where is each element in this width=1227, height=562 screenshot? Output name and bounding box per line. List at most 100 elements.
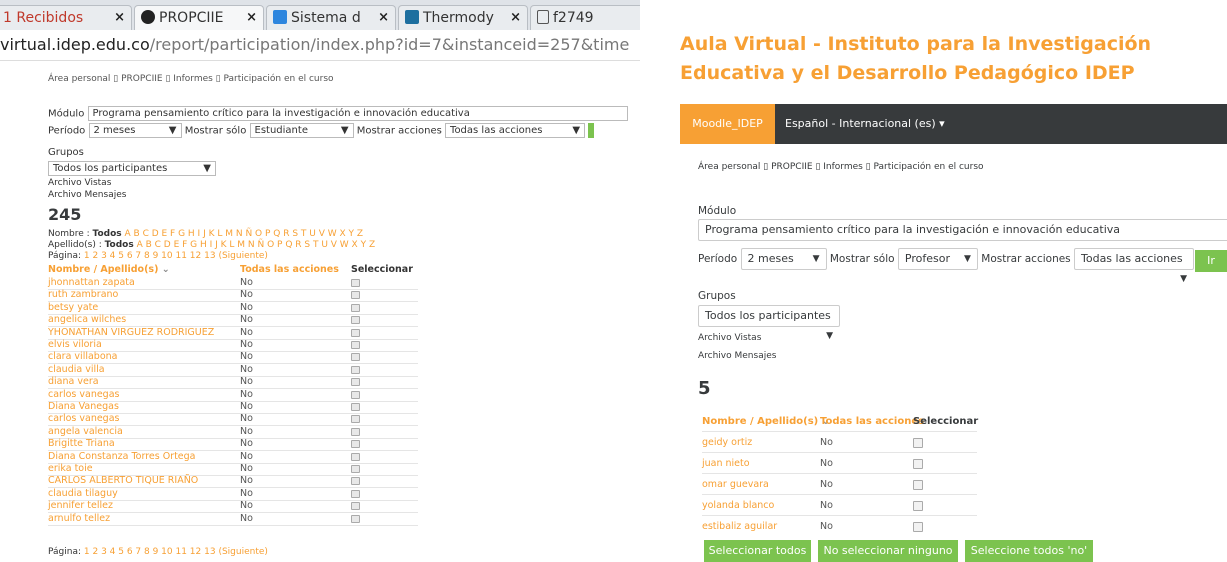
- todos-link[interactable]: Todos: [93, 229, 122, 239]
- participant-name[interactable]: erika toie: [48, 463, 93, 475]
- select-checkbox[interactable]: [351, 279, 360, 287]
- mostrar-acciones-select[interactable]: Todas las acciones ▼: [1074, 248, 1194, 284]
- participant-name[interactable]: omar guevara: [702, 474, 769, 495]
- participant-name[interactable]: YHONATHAN VIRGUEZ RODRIGUEZ: [48, 327, 214, 339]
- participant-name[interactable]: claudia villa: [48, 364, 105, 376]
- participant-name[interactable]: geidy ortiz: [702, 432, 752, 453]
- select-checkbox[interactable]: [351, 316, 360, 325]
- select-checkbox[interactable]: [351, 341, 360, 349]
- select-checkbox[interactable]: [913, 459, 923, 469]
- select-checkbox[interactable]: [351, 440, 360, 449]
- select-checkbox[interactable]: [351, 390, 360, 399]
- archivo-mensajes[interactable]: Archivo Mensajes: [48, 190, 126, 200]
- todos-link[interactable]: Todos: [105, 240, 134, 250]
- select-checkbox[interactable]: [351, 489, 360, 498]
- tab-propciie[interactable]: PROPCIIE ×: [134, 5, 264, 30]
- mostrar-acciones-label: Mostrar acciones: [356, 125, 442, 137]
- archivo-vistas[interactable]: Archivo Vistas: [698, 333, 761, 343]
- grupos-select[interactable]: Todos los participantes ▼: [48, 161, 216, 176]
- select-checkbox[interactable]: [351, 465, 360, 473]
- select-checkbox[interactable]: [351, 477, 360, 486]
- select-checkbox[interactable]: [351, 514, 360, 523]
- letter-filter[interactable]: A B C D E F G H I J K L M N Ñ O P Q R S …: [125, 229, 364, 239]
- sort-icon[interactable]: ⌄: [162, 264, 170, 275]
- participant-name[interactable]: diana vera: [48, 376, 99, 388]
- close-icon[interactable]: ×: [378, 6, 389, 30]
- participant-name[interactable]: CARLOS ALBERTO TIQUE RIAÑO: [48, 475, 198, 487]
- participant-name[interactable]: Brigitte Triana: [48, 438, 115, 450]
- letter-filter[interactable]: A B C D E F G H I J K L M N Ñ O P Q R S …: [137, 240, 376, 250]
- action-value: No: [820, 521, 833, 532]
- col-nombre[interactable]: Nombre / Apellido(s): [702, 416, 818, 427]
- participant-name[interactable]: yolanda blanco: [702, 495, 774, 516]
- close-icon[interactable]: ×: [246, 6, 257, 30]
- participant-name[interactable]: betsy yate: [48, 302, 98, 314]
- tab-sistema[interactable]: Sistema d ×: [266, 5, 396, 30]
- periodo-select[interactable]: 2 meses ▼: [740, 248, 827, 270]
- col-nombre[interactable]: Nombre / Apellido(s): [48, 264, 158, 275]
- siguiente-link[interactable]: (Siguiente): [218, 547, 267, 557]
- left-screenshot: 1 Recibidos × PROPCIIE × Sistema d × The…: [0, 0, 640, 559]
- select-checkbox[interactable]: [913, 438, 923, 448]
- participant-name[interactable]: Diana Constanza Torres Ortega: [48, 451, 196, 463]
- brand-link[interactable]: Moodle_IDEP: [680, 104, 775, 144]
- ir-button[interactable]: [588, 123, 595, 138]
- page-links[interactable]: 1 2 3 4 5 6 7 8 9 10 11 12 13: [84, 547, 216, 557]
- mostrar-solo-select[interactable]: Profesor ▼: [897, 248, 978, 270]
- mostrar-solo-select[interactable]: Estudiante ▼: [249, 123, 354, 138]
- tab-thermody[interactable]: Thermody ×: [398, 5, 528, 30]
- participant-name[interactable]: angelica wilches: [48, 314, 126, 326]
- select-checkbox[interactable]: [351, 403, 360, 411]
- tab-recibidos[interactable]: 1 Recibidos ×: [0, 5, 132, 30]
- select-checkbox[interactable]: [351, 353, 360, 362]
- archivo-mensajes[interactable]: Archivo Mensajes: [698, 351, 776, 361]
- participant-name[interactable]: angela valencia: [48, 426, 123, 438]
- select-checkbox[interactable]: [913, 501, 923, 511]
- ir-button[interactable]: Ir: [1195, 250, 1227, 272]
- siguiente-link[interactable]: (Siguiente): [218, 251, 267, 261]
- select-checkbox[interactable]: [351, 378, 360, 387]
- select-checkbox[interactable]: [351, 291, 360, 300]
- select-checkbox[interactable]: [351, 303, 360, 312]
- col-acciones[interactable]: Todas las acciones: [820, 416, 924, 427]
- table-row: clara villabona No: [48, 351, 418, 365]
- close-icon[interactable]: ×: [114, 6, 125, 30]
- participant-name[interactable]: ruth zambrano: [48, 289, 118, 301]
- participant-name[interactable]: estibaliz aguilar: [702, 516, 777, 537]
- table-row: CARLOS ALBERTO TIQUE RIAÑO No: [48, 475, 418, 489]
- select-checkbox[interactable]: [913, 480, 923, 490]
- page-links[interactable]: 1 2 3 4 5 6 7 8 9 10 11 12 13: [84, 251, 216, 261]
- select-checkbox[interactable]: [913, 522, 923, 532]
- participant-name[interactable]: carlos vanegas: [48, 413, 119, 425]
- chevron-down-icon: ▼: [812, 254, 820, 264]
- participant-name[interactable]: jennifer tellez: [48, 500, 113, 512]
- modulo-select[interactable]: Programa pensamiento crítico para la inv…: [87, 106, 628, 121]
- archivo-vistas[interactable]: Archivo Vistas: [48, 178, 111, 188]
- select-checkbox[interactable]: [351, 328, 360, 337]
- participant-name[interactable]: claudia tilaguy: [48, 488, 118, 500]
- periodo-select[interactable]: 2 meses ▼: [88, 123, 182, 138]
- select-checkbox[interactable]: [351, 502, 360, 511]
- participant-name[interactable]: juan nieto: [702, 453, 750, 474]
- select-checkbox[interactable]: [351, 415, 360, 424]
- pagina-label: Página:: [48, 547, 82, 557]
- grupos-row: Todos los participantes ▼: [698, 305, 840, 341]
- address-bar[interactable]: virtual.idep.edu.co/report/participation…: [0, 30, 640, 61]
- select-checkbox[interactable]: [351, 365, 360, 374]
- participant-name[interactable]: Diana Vanegas: [48, 401, 119, 413]
- mostrar-acciones-select[interactable]: Todas las acciones ▼: [445, 123, 586, 138]
- participant-name[interactable]: jhonnattan zapata: [48, 277, 135, 289]
- participant-name[interactable]: carlos vanegas: [48, 389, 119, 401]
- tab-f2749[interactable]: f2749: [530, 5, 640, 30]
- periodo-value: 2 meses: [93, 125, 136, 136]
- participant-name[interactable]: clara villabona: [48, 351, 117, 363]
- modulo-select[interactable]: Programa pensamiento crítico para la inv…: [698, 219, 1227, 241]
- grupos-select[interactable]: Todos los participantes ▼: [698, 305, 840, 341]
- language-menu[interactable]: Español - Internacional (es) ▾: [785, 104, 945, 144]
- select-checkbox[interactable]: [351, 452, 360, 461]
- select-checkbox[interactable]: [351, 427, 360, 436]
- participant-name[interactable]: elvis viloria: [48, 339, 102, 351]
- close-icon[interactable]: ×: [510, 6, 521, 30]
- participant-name[interactable]: arnulfo tellez: [48, 513, 110, 525]
- col-acciones[interactable]: Todas las acciones: [240, 264, 339, 275]
